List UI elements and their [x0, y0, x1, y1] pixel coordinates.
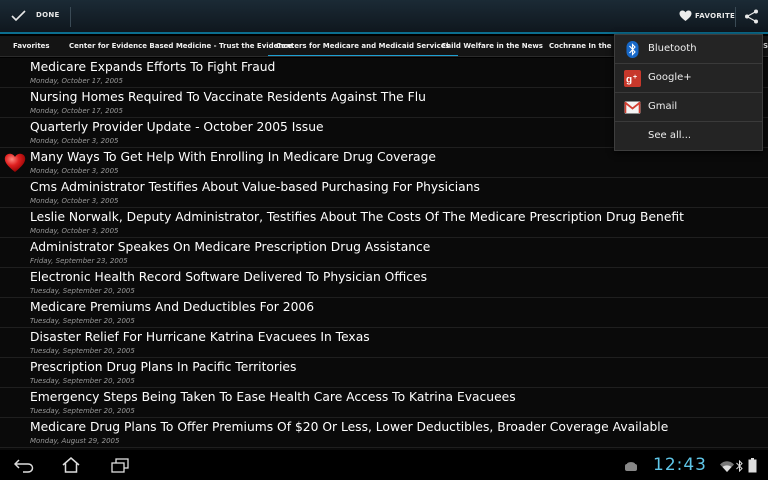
list-item[interactable]: Medicare Premiums And Deductibles For 20… — [0, 298, 768, 328]
share-bluetooth-label: Bluetooth — [648, 43, 697, 54]
wifi-icon — [720, 461, 734, 472]
article-date: Monday, October 3, 2005 — [30, 137, 119, 145]
list-item[interactable]: Cms Administrator Testifies About Value-… — [0, 178, 768, 208]
gmail-icon — [624, 101, 641, 114]
article-date: Tuesday, September 20, 2005 — [30, 287, 135, 295]
article-title: Emergency Steps Being Taken To Ease Heal… — [30, 390, 516, 404]
share-menu: Bluetooth g + Google+ Gmail See all... — [614, 34, 763, 151]
article-title: Disaster Relief For Hurricane Katrina Ev… — [30, 330, 370, 344]
favorite-button[interactable]: FAVORITE — [672, 0, 736, 32]
share-icon — [745, 9, 758, 24]
list-item[interactable]: Administrator Speakes On Medicare Prescr… — [0, 238, 768, 268]
action-bar-divider — [735, 7, 736, 27]
tab-favorites[interactable]: Favorites — [13, 36, 50, 56]
article-title: Administrator Speakes On Medicare Prescr… — [30, 240, 431, 254]
list-item[interactable]: Leslie Norwalk, Deputy Administrator, Te… — [0, 208, 768, 238]
article-date: Monday, August 29, 2005 — [30, 437, 120, 445]
share-google-plus-label: Google+ — [648, 72, 692, 83]
done-button[interactable]: DONE — [0, 0, 70, 32]
home-icon[interactable] — [62, 457, 80, 473]
share-google-plus[interactable]: g + Google+ — [615, 64, 762, 93]
tab-cms[interactable]: Centers for Medicare and Medicaid Servic… — [268, 36, 458, 56]
svg-text:+: + — [633, 74, 637, 81]
article-date: Monday, October 3, 2005 — [30, 197, 119, 205]
bluetooth-status-icon — [736, 460, 743, 472]
list-item[interactable]: Medicare Drug Plans To Offer Premiums Of… — [0, 418, 768, 448]
share-gmail-label: Gmail — [648, 101, 678, 112]
google-plus-icon: g + — [624, 70, 641, 87]
list-item[interactable]: Electronic Health Record Software Delive… — [0, 268, 768, 298]
article-title: Electronic Health Record Software Delive… — [30, 270, 427, 284]
article-date: Monday, October 3, 2005 — [30, 167, 119, 175]
back-icon[interactable] — [14, 458, 34, 473]
list-item[interactable]: Emergency Steps Being Taken To Ease Heal… — [0, 388, 768, 418]
article-title: Medicare Premiums And Deductibles For 20… — [30, 300, 315, 314]
svg-text:g: g — [626, 75, 632, 86]
article-title: Leslie Norwalk, Deputy Administrator, Te… — [30, 210, 684, 224]
bluetooth-icon — [626, 41, 639, 58]
status-clock[interactable]: 12:43 — [653, 455, 707, 475]
tab-overflow[interactable]: S — [763, 36, 768, 56]
done-label: DONE — [36, 11, 60, 19]
share-gmail[interactable]: Gmail — [615, 93, 762, 122]
article-date: Monday, October 17, 2005 — [30, 107, 123, 115]
favorite-heart-icon — [4, 153, 26, 172]
article-date: Tuesday, September 20, 2005 — [30, 317, 135, 325]
tab-child-welfare[interactable]: Child Welfare in the News — [441, 36, 543, 56]
article-title: Prescription Drug Plans In Pacific Terri… — [30, 360, 297, 374]
list-item[interactable]: Prescription Drug Plans In Pacific Terri… — [0, 358, 768, 388]
article-date: Monday, October 3, 2005 — [30, 227, 119, 235]
article-date: Friday, September 23, 2005 — [30, 257, 128, 265]
battery-icon — [748, 458, 757, 473]
article-title: Quarterly Provider Update - October 2005… — [30, 120, 324, 134]
article-title: Medicare Expands Efforts To Fight Fraud — [30, 60, 276, 74]
article-date: Monday, October 17, 2005 — [30, 77, 123, 85]
recent-apps-icon[interactable] — [111, 458, 129, 473]
article-title: Cms Administrator Testifies About Value-… — [30, 180, 480, 194]
list-item[interactable]: Many Ways To Get Help With Enrolling In … — [0, 148, 768, 178]
share-button[interactable] — [737, 0, 768, 32]
share-bluetooth[interactable]: Bluetooth — [615, 35, 762, 64]
android-notification-icon[interactable] — [624, 460, 638, 472]
checkmark-icon — [11, 10, 26, 22]
article-title: Medicare Drug Plans To Offer Premiums Of… — [30, 420, 669, 434]
tab-cebm[interactable]: Center for Evidence Based Medicine - Tru… — [69, 36, 292, 56]
article-date: Tuesday, September 20, 2005 — [30, 407, 135, 415]
action-bar-divider — [70, 7, 71, 27]
favorite-label: FAVORITE — [695, 12, 736, 20]
share-see-all-label: See all... — [648, 130, 692, 141]
article-title: Many Ways To Get Help With Enrolling In … — [30, 150, 436, 164]
article-date: Tuesday, September 20, 2005 — [30, 347, 135, 355]
article-title: Nursing Homes Required To Vaccinate Resi… — [30, 90, 426, 104]
heart-icon — [679, 10, 692, 21]
share-see-all[interactable]: See all... — [615, 122, 762, 151]
system-nav-bar: 12:43 — [0, 450, 768, 480]
list-item[interactable]: Disaster Relief For Hurricane Katrina Ev… — [0, 328, 768, 358]
action-bar: DONE FAVORITE — [0, 0, 768, 34]
article-date: Tuesday, September 20, 2005 — [30, 377, 135, 385]
